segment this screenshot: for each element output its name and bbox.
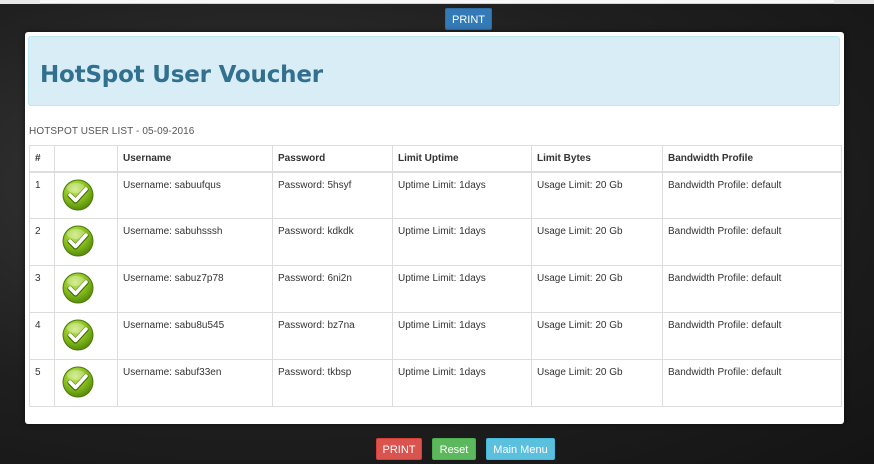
main-menu-button[interactable]: Main Menu: [486, 438, 555, 460]
password-cell: Password: 6ni2n: [272, 265, 393, 313]
password-cell: Password: kdkdk: [272, 218, 393, 266]
uptime-limit-cell: Uptime Limit: 1days: [392, 312, 532, 360]
password-cell: Password: 5hsyf: [272, 171, 393, 219]
column-header-limit-uptime: Limit Uptime: [392, 145, 532, 173]
username-cell: Username: sabuufqus: [117, 171, 273, 219]
status-cell: [54, 359, 118, 407]
bandwidth-profile-cell: Bandwidth Profile: default: [662, 171, 842, 219]
voucher-table: # Username Password Limit Uptime Limit B…: [29, 145, 842, 407]
bandwidth-profile-cell: Bandwidth Profile: default: [662, 359, 842, 407]
bandwidth-profile-cell: Bandwidth Profile: default: [662, 312, 842, 360]
print-button-top[interactable]: PRINT: [445, 8, 492, 30]
password-cell: Password: tkbsp: [272, 359, 393, 407]
row-number: 1: [29, 171, 55, 219]
check-icon: [61, 178, 95, 212]
usage-limit-cell: Usage Limit: 20 Gb: [531, 265, 663, 313]
check-icon: [61, 224, 95, 258]
panel-header: HotSpot User Voucher: [28, 36, 840, 106]
check-icon: [61, 318, 95, 352]
row-number: 3: [29, 265, 55, 313]
row-number: 2: [29, 218, 55, 266]
table-row: 1 Username: sabuufqus Password: 5hsyf Uptim…: [29, 171, 842, 219]
page-title: HotSpot User Voucher: [40, 62, 323, 88]
username-cell: Username: sabuhsssh: [117, 218, 273, 266]
row-number: 4: [29, 312, 55, 360]
usage-limit-cell: Usage Limit: 20 Gb: [531, 218, 663, 266]
usage-limit-cell: Usage Limit: 20 Gb: [531, 171, 663, 219]
check-icon: [61, 365, 95, 399]
uptime-limit-cell: Uptime Limit: 1days: [392, 218, 532, 266]
print-button-bottom[interactable]: PRINT: [376, 438, 422, 460]
username-cell: Username: sabuf33en: [117, 359, 273, 407]
table-row: 5 Username: sabuf33en Password: tkbsp Uptim…: [29, 359, 842, 407]
password-cell: Password: bz7na: [272, 312, 393, 360]
list-caption: HOTSPOT USER LIST - 05-09-2016: [29, 126, 195, 137]
column-header-status: [54, 145, 118, 173]
uptime-limit-cell: Uptime Limit: 1days: [392, 265, 532, 313]
uptime-limit-cell: Uptime Limit: 1days: [392, 171, 532, 219]
status-cell: [54, 312, 118, 360]
bandwidth-profile-cell: Bandwidth Profile: default: [662, 218, 842, 266]
table-header-row: # Username Password Limit Uptime Limit B…: [29, 145, 842, 173]
column-header-username: Username: [117, 145, 273, 173]
table-row: 2 Username: sabuhsssh Password: kdkdk Uptim…: [29, 218, 842, 266]
top-strip-inner: [40, 0, 834, 4]
column-header-bandwidth-profile: Bandwidth Profile: [662, 145, 842, 173]
status-cell: [54, 265, 118, 313]
column-header-password: Password: [272, 145, 393, 173]
status-cell: [54, 171, 118, 219]
column-header-number: #: [29, 145, 55, 173]
usage-limit-cell: Usage Limit: 20 Gb: [531, 359, 663, 407]
reset-button[interactable]: Reset: [432, 438, 476, 460]
top-strip: [0, 0, 874, 4]
column-header-limit-bytes: Limit Bytes: [531, 145, 663, 173]
status-cell: [54, 218, 118, 266]
table-row: 4 Username: sabu8u545 Password: bz7na Uptim…: [29, 312, 842, 360]
username-cell: Username: sabu8u545: [117, 312, 273, 360]
row-number: 5: [29, 359, 55, 407]
uptime-limit-cell: Uptime Limit: 1days: [392, 359, 532, 407]
voucher-panel: HotSpot User Voucher HOTSPOT USER LIST -…: [25, 32, 844, 424]
table-row: 3 Username: sabuz7p78 Password: 6ni2n Uptim…: [29, 265, 842, 313]
bandwidth-profile-cell: Bandwidth Profile: default: [662, 265, 842, 313]
check-icon: [61, 271, 95, 305]
usage-limit-cell: Usage Limit: 20 Gb: [531, 312, 663, 360]
username-cell: Username: sabuz7p78: [117, 265, 273, 313]
